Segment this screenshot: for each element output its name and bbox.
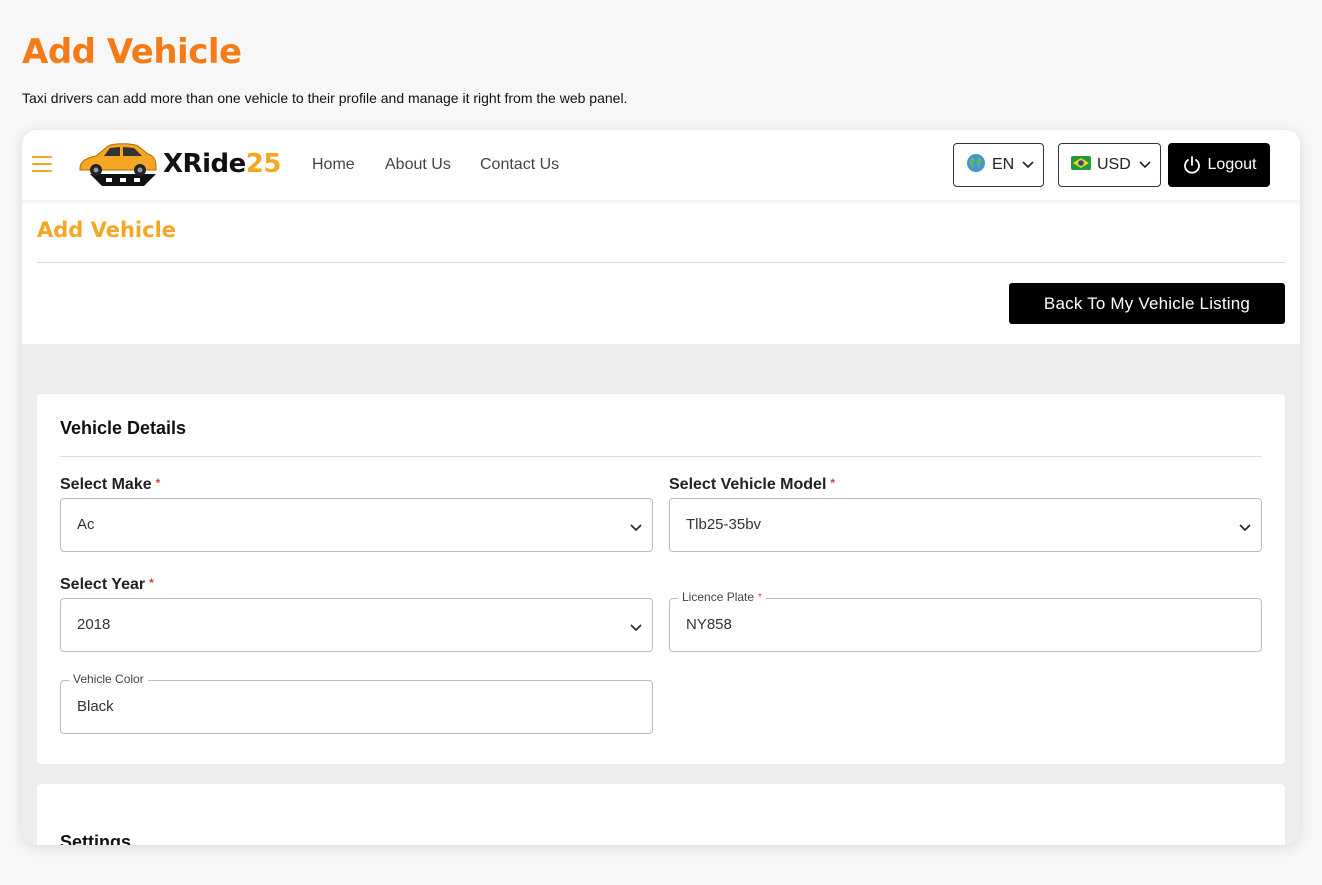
page-heading: Add Vehicle <box>22 32 242 72</box>
chevron-down-icon <box>1022 156 1034 174</box>
navbar: XRide25 Home About Us Contact Us EN USD … <box>22 130 1300 200</box>
licence-plate-value: NY858 <box>686 616 732 633</box>
chevron-down-icon <box>1139 156 1151 174</box>
nav-link-contact[interactable]: Contact Us <box>480 156 559 174</box>
card-divider <box>60 456 1262 457</box>
make-select[interactable]: Ac <box>60 498 653 552</box>
nav-link-home[interactable]: Home <box>312 156 355 174</box>
logo-text[interactable]: XRide25 <box>163 149 281 179</box>
currency-label: USD <box>1097 156 1131 173</box>
power-icon <box>1183 156 1200 174</box>
make-label: Select Make * <box>60 476 160 494</box>
year-label: Select Year * <box>60 576 154 594</box>
year-select[interactable]: 2018 <box>60 598 653 652</box>
section-title: Add Vehicle <box>37 218 177 242</box>
model-select[interactable]: Tlb25-35bv <box>669 498 1262 552</box>
vehicle-details-card: Vehicle Details Select Make * Ac Select V… <box>37 394 1285 764</box>
year-value: 2018 <box>77 616 111 633</box>
model-label: Select Vehicle Model * <box>669 476 835 494</box>
car-logo-icon <box>79 143 157 186</box>
language-label: EN <box>992 156 1015 173</box>
nav-link-about[interactable]: About Us <box>385 156 451 174</box>
page-description: Taxi drivers can add more than one vehic… <box>22 90 628 106</box>
required-marker: * <box>830 476 836 490</box>
app-frame: XRide25 Home About Us Contact Us EN USD … <box>22 130 1300 845</box>
logout-label: Logout <box>1207 156 1257 173</box>
model-label-text: Select Vehicle Model <box>669 476 827 493</box>
required-marker: * <box>155 476 161 490</box>
licence-plate-label-text: Licence Plate <box>682 590 755 604</box>
vehicle-color-input[interactable]: Vehicle Color Black <box>60 672 653 734</box>
required-marker: * <box>149 576 154 590</box>
logo-text-accent: 25 <box>245 149 282 179</box>
logo-text-primary: XRide <box>163 149 246 179</box>
hamburger-icon[interactable] <box>32 156 52 174</box>
settings-title: Settings <box>60 832 132 845</box>
card-title: Vehicle Details <box>60 418 187 438</box>
licence-plate-label: Licence Plate * <box>678 590 766 604</box>
required-marker: * <box>758 592 762 603</box>
make-label-text: Select Make <box>60 476 152 493</box>
make-value: Ac <box>77 516 95 533</box>
chevron-down-icon <box>630 619 642 637</box>
model-value: Tlb25-35bv <box>686 516 762 533</box>
flag-icon <box>1071 155 1091 175</box>
header-divider <box>37 262 1285 263</box>
back-to-listing-button[interactable]: Back To My Vehicle Listing <box>1009 283 1285 324</box>
currency-dropdown[interactable]: USD <box>1058 143 1161 187</box>
vehicle-color-label: Vehicle Color <box>69 672 148 686</box>
settings-card: Settings <box>37 784 1285 845</box>
year-label-text: Select Year <box>60 576 146 593</box>
globe-icon <box>966 153 986 178</box>
chevron-down-icon <box>1239 519 1251 537</box>
vehicle-color-value: Black <box>77 698 114 715</box>
logout-button[interactable]: Logout <box>1168 143 1270 187</box>
chevron-down-icon <box>630 519 642 537</box>
licence-plate-input[interactable]: Licence Plate * NY858 <box>669 590 1262 652</box>
language-dropdown[interactable]: EN <box>953 143 1044 187</box>
header-section: Add Vehicle Back To My Vehicle Listing <box>22 200 1300 344</box>
